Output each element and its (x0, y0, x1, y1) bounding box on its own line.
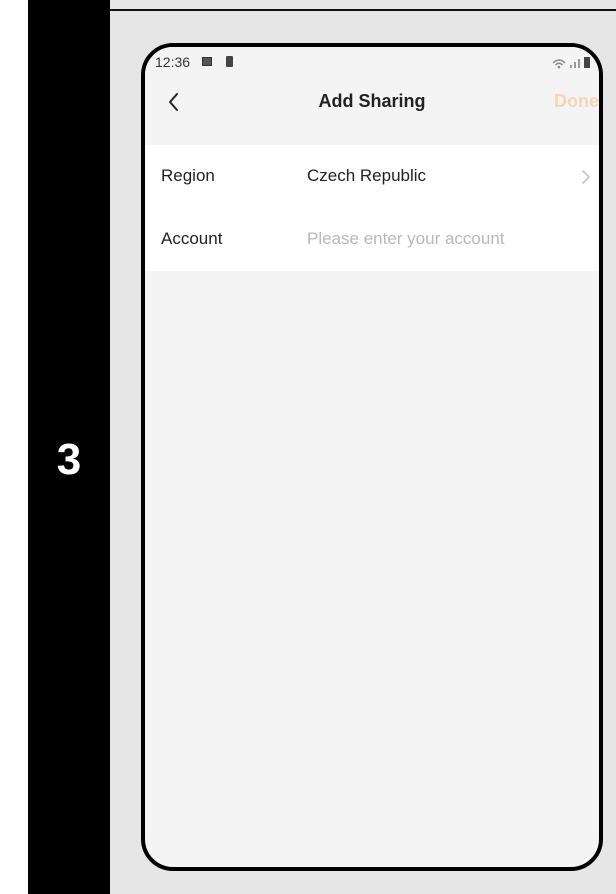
done-button[interactable]: Done (554, 91, 599, 112)
page-title: Add Sharing (318, 91, 426, 111)
battery-icon (226, 56, 233, 67)
chevron-right-icon (582, 170, 590, 184)
step-number: 3 (56, 435, 82, 484)
account-input[interactable] (305, 222, 599, 256)
step-sidebar: 3 (28, 0, 110, 894)
account-row: Account (145, 208, 599, 271)
status-time: 12:36 (155, 54, 191, 70)
status-bar: 12:36 (145, 47, 599, 75)
account-label: Account (161, 229, 223, 248)
panel-divider (110, 9, 616, 11)
sharing-form: Region Czech Republic Account (145, 145, 599, 271)
region-row[interactable]: Region Czech Republic (145, 145, 599, 208)
navigation-bar: Add Sharing Done (145, 77, 599, 125)
signal-icon (552, 57, 590, 69)
image-icon (202, 57, 212, 66)
region-label: Region (161, 166, 215, 185)
phone-frame: 12:36 Add Sharing Done Region Czech Repu… (141, 43, 603, 871)
region-value: Czech Republic (307, 166, 427, 185)
